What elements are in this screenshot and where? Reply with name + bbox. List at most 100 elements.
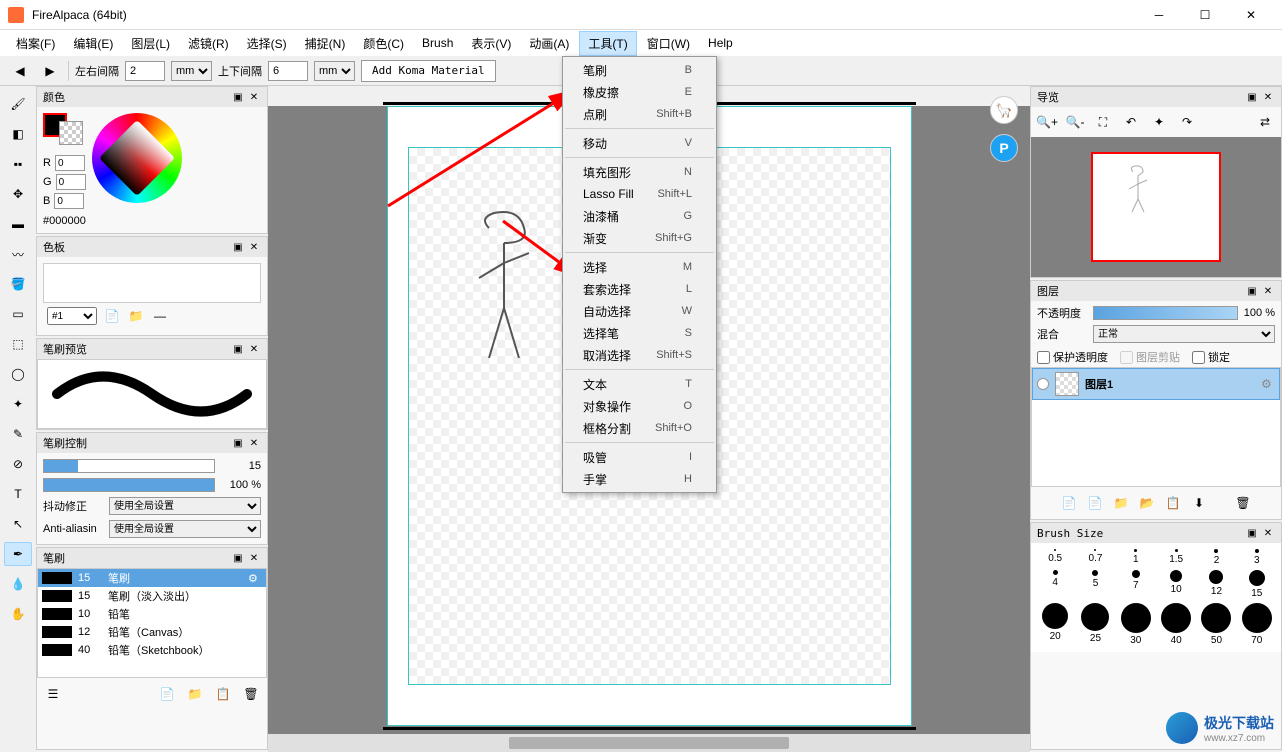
bucket-tool[interactable]: 🪣 xyxy=(4,272,32,296)
lasso-tool[interactable]: ◯ xyxy=(4,362,32,386)
g-input[interactable] xyxy=(56,174,86,190)
palette-area[interactable] xyxy=(43,263,261,303)
gradient-tool[interactable]: ▭ xyxy=(4,302,32,326)
dropdown-item[interactable]: 填充图形N xyxy=(563,161,716,183)
brush-list-item[interactable]: 10铅笔 xyxy=(38,605,266,623)
dropdown-item[interactable]: 框格分割Shift+O xyxy=(563,417,716,439)
undock-icon[interactable]: ▣ xyxy=(231,342,245,356)
dropdown-item[interactable]: 油漆桶G xyxy=(563,205,716,227)
brush-size-cell[interactable]: 7 xyxy=(1118,570,1154,599)
line-icon[interactable]: — xyxy=(151,307,169,325)
delete-layer-icon[interactable]: 🗑 xyxy=(1233,493,1253,513)
move-tool[interactable]: ✥ xyxy=(4,182,32,206)
new-group-icon[interactable]: 📁 xyxy=(1111,493,1131,513)
gear-icon[interactable]: ⚙ xyxy=(1261,377,1275,391)
close-panel-icon[interactable]: ✕ xyxy=(247,551,261,565)
dropdown-item[interactable]: Lasso FillShift+L xyxy=(563,183,716,205)
new-layer-icon[interactable]: 📄 xyxy=(1059,493,1079,513)
background-color[interactable] xyxy=(59,121,83,145)
blend-select[interactable]: 正常 xyxy=(1093,325,1275,343)
menu-layer[interactable]: 图层(L) xyxy=(123,32,178,55)
brush-list-item[interactable]: 12铅笔（Canvas） xyxy=(38,623,266,641)
brush-size-cell[interactable]: 50 xyxy=(1198,603,1234,646)
pointer-tool[interactable]: ↖ xyxy=(4,512,32,536)
eyedropper-tool[interactable]: 💧 xyxy=(4,572,32,596)
flip-icon[interactable]: ⇄ xyxy=(1253,111,1277,133)
brush-size-cell[interactable]: 1.5 xyxy=(1158,549,1194,566)
menu-help[interactable]: Help xyxy=(700,33,741,53)
clip-checkbox[interactable]: 图层剪贴 xyxy=(1120,349,1180,365)
alpaca-badge[interactable]: 🦙 xyxy=(990,96,1018,124)
menu-view[interactable]: 表示(V) xyxy=(463,32,519,55)
delete-icon[interactable]: 🗑 xyxy=(241,684,261,704)
dropdown-item[interactable]: 文本T xyxy=(563,373,716,395)
brush-size-slider[interactable] xyxy=(43,459,215,473)
nav-prev-button[interactable]: ◀ xyxy=(8,61,32,81)
new-brush-icon[interactable]: 📄 xyxy=(157,684,177,704)
menu-select[interactable]: 选择(S) xyxy=(239,32,295,55)
undock-icon[interactable]: ▣ xyxy=(1245,90,1259,104)
brush-tool[interactable]: 🖌 xyxy=(4,92,32,116)
menu-edit[interactable]: 编辑(E) xyxy=(65,32,121,55)
tb-unit-select[interactable]: mm xyxy=(314,61,355,81)
brush-size-cell[interactable]: 1 xyxy=(1118,549,1154,566)
undock-icon[interactable]: ▣ xyxy=(231,240,245,254)
brush-size-cell[interactable]: 25 xyxy=(1077,603,1113,646)
duplicate-icon[interactable]: 📋 xyxy=(213,684,233,704)
select-tool[interactable]: ⬚ xyxy=(4,332,32,356)
close-button[interactable]: ✕ xyxy=(1228,0,1274,30)
protect-alpha-checkbox[interactable]: 保护透明度 xyxy=(1037,349,1108,365)
brush-list[interactable]: 15笔刷⚙15笔刷（淡入淡出）10铅笔12铅笔（Canvas）40铅笔（Sket… xyxy=(37,568,267,678)
menu-animation[interactable]: 动画(A) xyxy=(521,32,577,55)
dropdown-item[interactable]: 手掌H xyxy=(563,468,716,490)
folder-icon[interactable]: 📂 xyxy=(1137,493,1157,513)
menu-snap[interactable]: 捕捉(N) xyxy=(297,32,354,55)
dropdown-item[interactable]: 移动V xyxy=(563,132,716,154)
undock-icon[interactable]: ▣ xyxy=(1245,526,1259,540)
brush-size-cell[interactable]: 30 xyxy=(1118,603,1154,646)
pixiv-badge[interactable]: P xyxy=(990,134,1018,162)
undock-icon[interactable]: ▣ xyxy=(231,90,245,104)
minimize-button[interactable]: ─ xyxy=(1136,0,1182,30)
fit-icon[interactable]: ⛶ xyxy=(1091,111,1115,133)
dropdown-item[interactable]: 渐变Shift+G xyxy=(563,227,716,249)
lasso-fill-tool[interactable]: 〰 xyxy=(4,242,32,266)
brush-size-cell[interactable]: 10 xyxy=(1158,570,1194,599)
hand-tool[interactable]: ✋ xyxy=(4,602,32,626)
lr-spacing-input[interactable] xyxy=(125,61,165,81)
brush-opacity-slider[interactable] xyxy=(43,478,215,492)
brush-size-cell[interactable]: 0.7 xyxy=(1077,549,1113,566)
undock-icon[interactable]: ▣ xyxy=(231,436,245,450)
menu-icon[interactable]: ☰ xyxy=(43,684,63,704)
dropdown-item[interactable]: 自动选择W xyxy=(563,300,716,322)
nav-next-button[interactable]: ▶ xyxy=(38,61,62,81)
add-koma-button[interactable]: Add Koma Material xyxy=(361,60,496,82)
close-panel-icon[interactable]: ✕ xyxy=(247,240,261,254)
visibility-toggle[interactable] xyxy=(1037,378,1049,390)
brush-size-cell[interactable]: 3 xyxy=(1239,549,1275,566)
new-layer2-icon[interactable]: 📄 xyxy=(1085,493,1105,513)
text-tool[interactable]: T xyxy=(4,482,32,506)
dropdown-item[interactable]: 吸管I xyxy=(563,446,716,468)
deselect-tool[interactable]: ⊘ xyxy=(4,452,32,476)
brush-size-cell[interactable]: 40 xyxy=(1158,603,1194,646)
r-input[interactable] xyxy=(55,155,85,171)
maximize-button[interactable]: ☐ xyxy=(1182,0,1228,30)
undock-icon[interactable]: ▣ xyxy=(231,551,245,565)
menu-file[interactable]: 档案(F) xyxy=(8,32,63,55)
menu-color[interactable]: 颜色(C) xyxy=(355,32,412,55)
menu-tools[interactable]: 工具(T) xyxy=(579,31,636,56)
dot-tool[interactable]: ▪▪ xyxy=(4,152,32,176)
close-panel-icon[interactable]: ✕ xyxy=(1261,526,1275,540)
navigator-view[interactable] xyxy=(1031,137,1281,277)
rotate-left-icon[interactable]: ↶ xyxy=(1119,111,1143,133)
brush-size-cell[interactable]: 4 xyxy=(1037,570,1073,599)
rotate-reset-icon[interactable]: ✦ xyxy=(1147,111,1171,133)
brush-list-item[interactable]: 40铅笔（Sketchbook） xyxy=(38,641,266,659)
close-panel-icon[interactable]: ✕ xyxy=(1261,90,1275,104)
menu-window[interactable]: 窗口(W) xyxy=(639,32,698,55)
menu-filter[interactable]: 滤镜(R) xyxy=(180,32,237,55)
b-input[interactable] xyxy=(54,193,84,209)
rotate-right-icon[interactable]: ↷ xyxy=(1175,111,1199,133)
dropdown-item[interactable]: 点刷Shift+B xyxy=(563,103,716,125)
